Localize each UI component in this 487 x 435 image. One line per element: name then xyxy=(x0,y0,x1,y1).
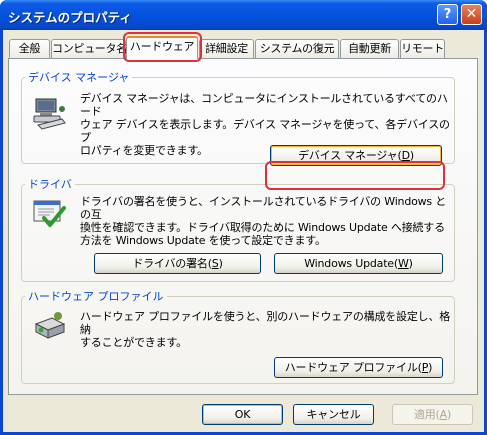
tab-advanced[interactable]: 詳細設定 xyxy=(199,39,254,58)
device-manager-icon xyxy=(32,97,68,131)
device-manager-group: デバイス マネージャ デバイス マネージャは、コンピュータにインストールされてい… xyxy=(21,69,455,166)
title-bar[interactable]: システムのプロパティ ? ✕ xyxy=(0,0,487,30)
drivers-group: ドライバ ドライバの署名を使うと、インストールされているドライバの Window… xyxy=(21,176,455,282)
driver-signing-button-suffix: ) xyxy=(218,257,223,270)
hardware-profiles-button-suffix: ) xyxy=(428,361,433,374)
windows-update-button-key: W xyxy=(397,257,409,270)
tab-computer-name[interactable]: コンピュータ名 xyxy=(51,39,127,58)
hardware-profiles-button-label: ハードウェア プロファイル( xyxy=(284,361,422,374)
hardware-profile-icon xyxy=(32,310,68,344)
driver-signing-button-key: S xyxy=(211,257,219,270)
driver-signing-button[interactable]: ドライバの署名(S) xyxy=(94,253,261,274)
device-manager-description-line: デバイス マネージャは、コンピュータにインストールされているすべてのハード xyxy=(80,92,448,118)
device-manager-button-label: デバイス マネージャ( xyxy=(298,149,402,162)
cancel-button[interactable]: キャンセル xyxy=(293,404,374,425)
hardware-profiles-group-title: ハードウェア プロファイル xyxy=(28,290,164,303)
driver-checkmark-icon xyxy=(32,198,68,232)
device-manager-group-title: デバイス マネージャ xyxy=(28,71,130,84)
drivers-description-line: 換性を確認できます。ドライバ取得のために Windows Update へ接続す… xyxy=(80,221,445,234)
dialog-client-area: 全般 コンピュータ名 ハードウェア 詳細設定 システムの復元 自動更新 リモート… xyxy=(3,30,484,432)
system-properties-window: システムのプロパティ ? ✕ 全般 コンピュータ名 ハードウェア 詳細設定 シス… xyxy=(0,0,487,435)
tab-remote[interactable]: リモート xyxy=(400,39,445,58)
drivers-description: ドライバの署名を使うと、インストールされているドライバの Windows との互… xyxy=(80,195,454,247)
tab-system-restore[interactable]: システムの復元 xyxy=(255,39,339,58)
close-icon: ✕ xyxy=(465,6,478,22)
close-button[interactable]: ✕ xyxy=(461,4,482,25)
drivers-description-line: ドライバの署名を使うと、インストールされているドライバの Windows との互 xyxy=(80,195,447,221)
ok-button-label: OK xyxy=(234,408,251,421)
windows-update-button-suffix: ) xyxy=(408,257,413,270)
hardware-profiles-group: ハードウェア プロファイル ハードウェア プロファイルを使うと、別のハードウェア… xyxy=(21,288,455,384)
hardware-profiles-description-line: することができます。 xyxy=(80,336,187,349)
device-manager-button[interactable]: デバイス マネージャ(D) xyxy=(270,145,442,166)
hardware-profiles-description: ハードウェア プロファイルを使うと、別のハードウェアの構成を設定し、格納 するこ… xyxy=(80,310,454,349)
hardware-tab-panel: デバイス マネージャ デバイス マネージャは、コンピュータにインストールされてい… xyxy=(8,58,478,395)
drivers-group-title: ドライバ xyxy=(28,178,72,191)
tab-automatic-updates[interactable]: 自動更新 xyxy=(340,39,399,58)
cancel-button-label: キャンセル xyxy=(306,408,361,421)
apply-button-key: A xyxy=(439,408,448,421)
apply-button-label: 適用( xyxy=(413,408,440,421)
windows-update-button[interactable]: Windows Update(W) xyxy=(274,253,443,274)
device-manager-button-key: D xyxy=(401,149,410,162)
tab-general[interactable]: 全般 xyxy=(9,39,50,58)
tab-hardware[interactable]: ハードウェア xyxy=(126,36,198,59)
device-manager-description-line: ウェア デバイスを表示します。デバイス マネージャを使って、各デバイスのプ xyxy=(80,118,450,144)
hardware-profiles-button[interactable]: ハードウェア プロファイル(P) xyxy=(274,357,443,378)
drivers-description-line: 方法を Windows Update を使って設定できます。 xyxy=(80,234,326,247)
help-icon: ? xyxy=(443,7,452,22)
window-title: システムのプロパティ xyxy=(8,10,132,25)
apply-button-suffix: ) xyxy=(446,408,452,421)
help-button[interactable]: ? xyxy=(437,4,458,25)
ok-button[interactable]: OK xyxy=(202,404,283,425)
device-manager-button-suffix: ) xyxy=(409,149,414,162)
hardware-profiles-description-line: ハードウェア プロファイルを使うと、別のハードウェアの構成を設定し、格納 xyxy=(80,310,451,336)
windows-update-button-label: Windows Update( xyxy=(304,257,398,270)
driver-signing-button-label: ドライバの署名( xyxy=(132,257,212,270)
apply-button: 適用(A) xyxy=(392,404,473,425)
